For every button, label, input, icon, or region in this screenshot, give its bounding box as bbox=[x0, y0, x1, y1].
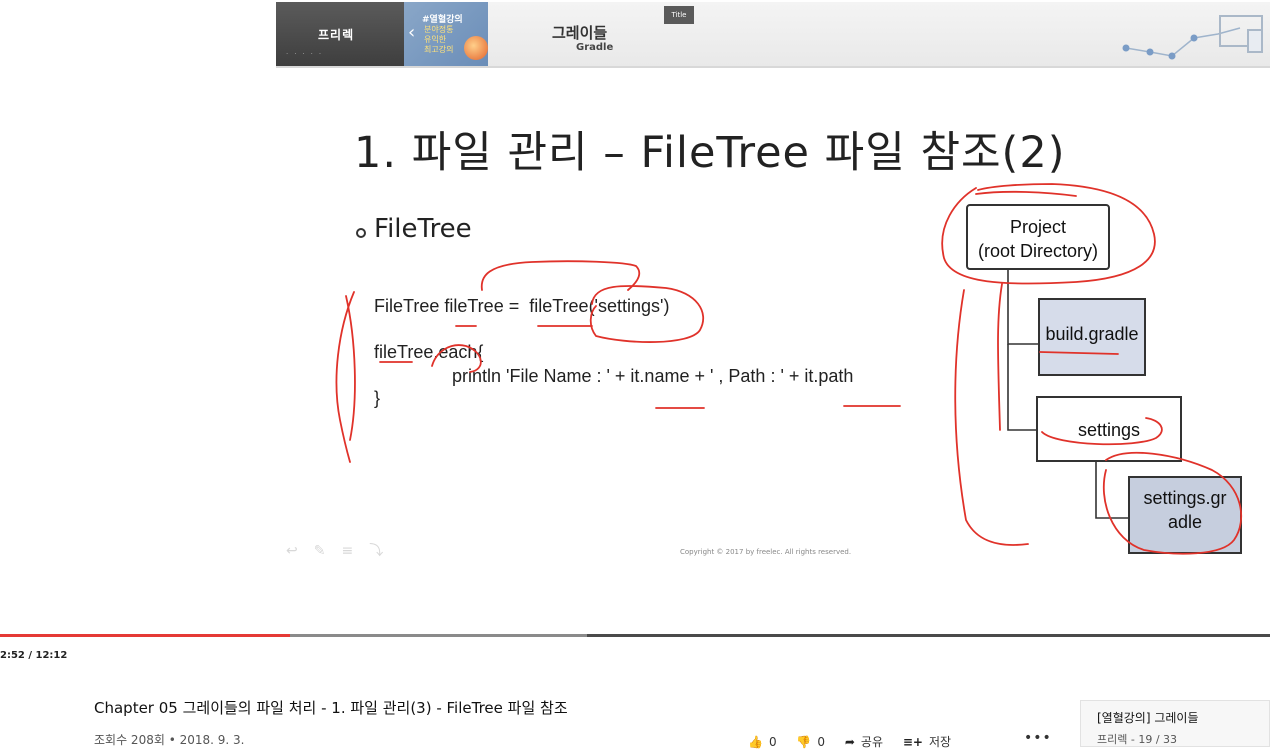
video-actions: 👍 0 👎 0 ➦ 공유 ≡+ 저장 bbox=[748, 733, 967, 750]
project-node: Project (root Directory) bbox=[966, 204, 1110, 270]
promo-line: 최고강의 bbox=[424, 45, 454, 54]
project-node-label: Project bbox=[1009, 217, 1067, 237]
publisher-logo: 프리렉 ····· bbox=[276, 2, 404, 66]
video-meta: 조회수 208회 • 2018. 9. 3. bbox=[94, 733, 245, 747]
played-bar bbox=[0, 634, 290, 637]
code-line: println 'File Name : ' + it.name + ' , P… bbox=[452, 366, 854, 386]
course-subtitle: Gradle bbox=[576, 42, 614, 53]
title-tab: Title bbox=[664, 6, 694, 24]
promo-graphic bbox=[464, 36, 488, 60]
slide-toolbar: ↩✎≡⤵ bbox=[286, 543, 400, 559]
slide-copyright: Copyright © 2017 by freelec. All rights … bbox=[680, 548, 852, 556]
settings-gradle-label: settings.gr bbox=[1143, 488, 1227, 508]
share-button[interactable]: ➦ 공유 bbox=[845, 733, 883, 750]
video-title: Chapter 05 그레이들의 파일 처리 - 1. 파일 관리(3) - F… bbox=[94, 699, 568, 717]
more-icon[interactable]: ••• bbox=[1024, 730, 1052, 746]
video-player[interactable]: 프리렉 ····· ‹ #열혈강의 분야정통 유익한 최고강의 그레이들 Gra… bbox=[276, 0, 1270, 580]
chevron-left-icon: ‹ bbox=[408, 22, 416, 43]
build-gradle-node: build.gradle bbox=[1038, 298, 1146, 376]
annotation-overlay bbox=[335, 183, 1242, 555]
settings-gradle-node: settings.gr adle bbox=[1128, 476, 1242, 554]
promo-banner: ‹ #열혈강의 분야정통 유익한 최고강의 bbox=[404, 2, 488, 66]
publisher-name: 프리렉 bbox=[318, 28, 355, 42]
course-title: 그레이들 bbox=[552, 24, 608, 42]
progress-bar[interactable] bbox=[0, 634, 1270, 637]
settings-folder-label: settings bbox=[1077, 420, 1141, 440]
playlist-meta: 프리렉 - 19 / 33 bbox=[1097, 733, 1178, 746]
slide-title: 1. 파일 관리 – FileTree 파일 참조(2) bbox=[354, 128, 1066, 178]
bullet-icon bbox=[356, 228, 366, 238]
playlist-panel[interactable]: [열혈강의] 그레이들 프리렉 - 19 / 33 bbox=[1080, 700, 1270, 747]
bullet-heading: FileTree bbox=[374, 214, 472, 244]
brand-dots: ····· bbox=[286, 50, 328, 58]
build-gradle-label: build.gradle bbox=[1045, 324, 1139, 344]
time-display: 2:52 / 12:12 bbox=[0, 650, 68, 661]
settings-gradle-label-wrap: adle bbox=[1167, 512, 1203, 532]
code-line: FileTree fileTree = fileTree('settings') bbox=[374, 296, 670, 316]
save-button[interactable]: ≡+ 저장 bbox=[903, 733, 951, 750]
project-node-sublabel: (root Directory) bbox=[977, 241, 1098, 261]
network-decoration-icon bbox=[1122, 15, 1263, 60]
playlist-title: [열혈강의] 그레이들 bbox=[1097, 711, 1199, 725]
code-line: } bbox=[374, 388, 381, 408]
slide-header-banner: 프리렉 ····· ‹ #열혈강의 분야정통 유익한 최고강의 그레이들 Gra… bbox=[276, 2, 1270, 68]
code-line: fileTree.each{ bbox=[374, 342, 484, 362]
settings-folder-node: settings bbox=[1036, 396, 1182, 462]
